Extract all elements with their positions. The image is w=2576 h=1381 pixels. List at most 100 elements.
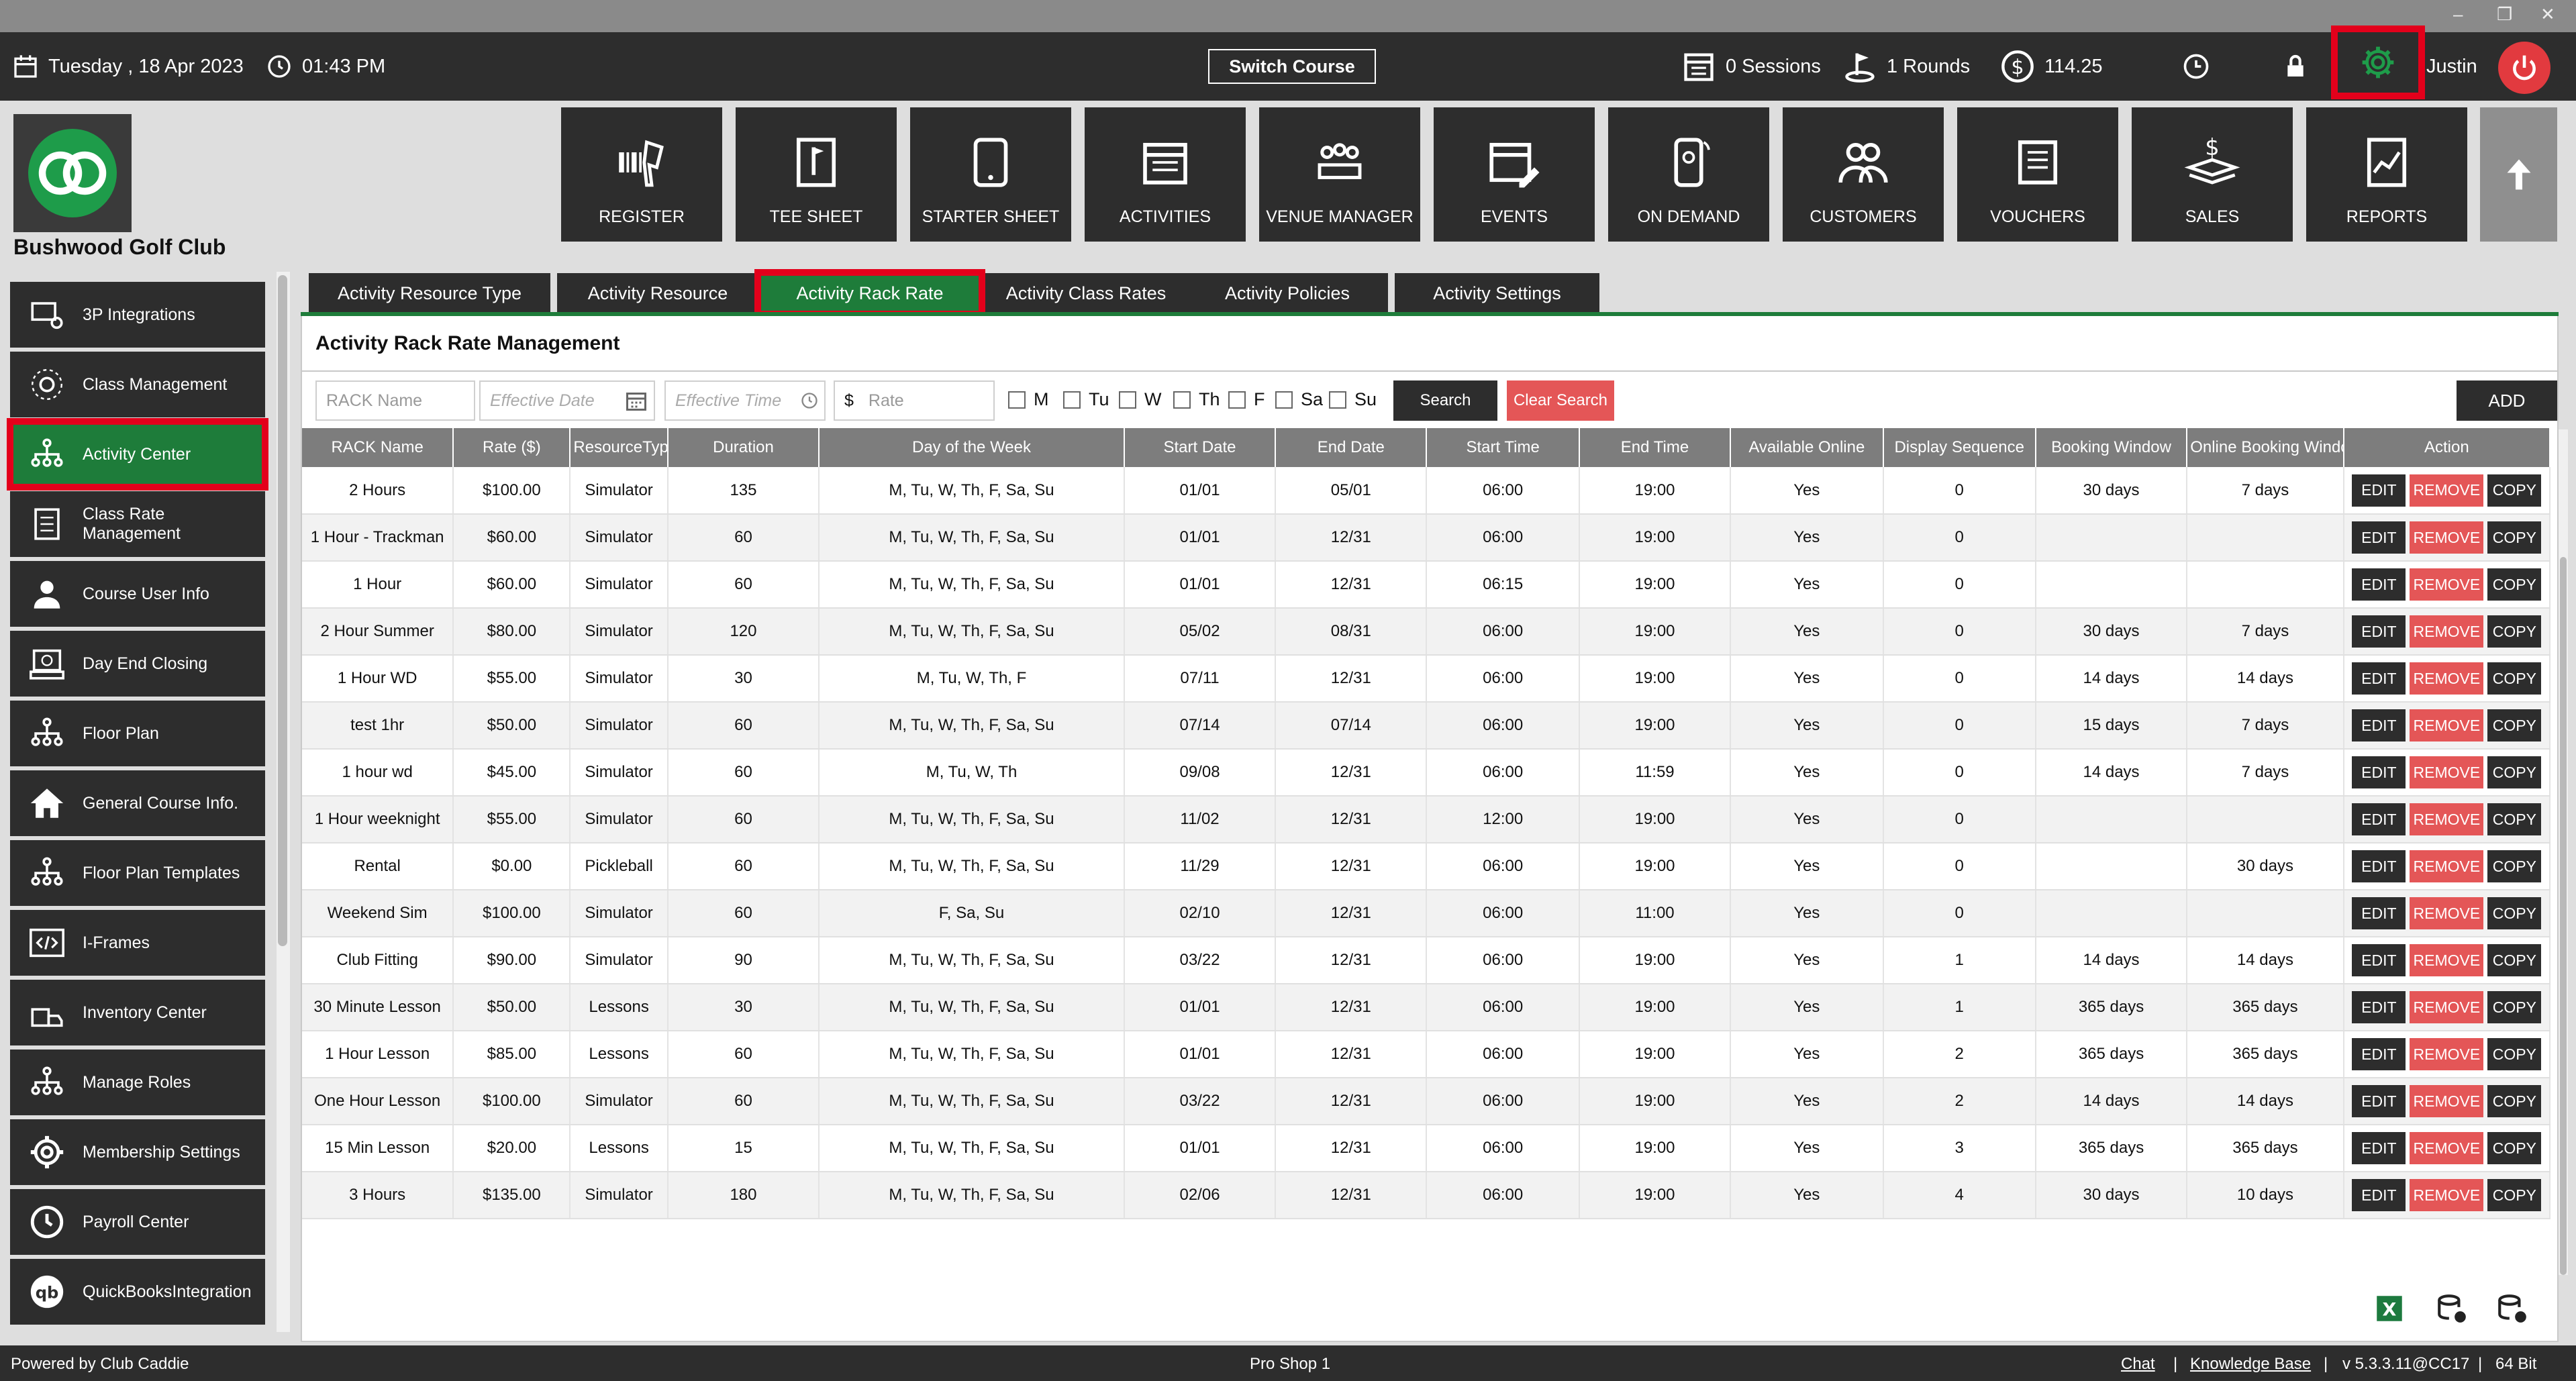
day-checkbox-sa[interactable]: Sa xyxy=(1275,389,1323,410)
remove-button[interactable]: REMOVE xyxy=(2410,615,2484,648)
checkbox-box[interactable] xyxy=(1119,391,1136,409)
settings-button[interactable] xyxy=(2331,25,2425,99)
edit-button[interactable]: EDIT xyxy=(2352,521,2406,554)
copy-button[interactable]: COPY xyxy=(2487,944,2542,976)
database-add-icon[interactable] xyxy=(2435,1292,2469,1329)
edit-button[interactable]: EDIT xyxy=(2352,991,2406,1023)
edit-button[interactable]: EDIT xyxy=(2352,944,2406,976)
edit-button[interactable]: EDIT xyxy=(2352,709,2406,741)
edit-button[interactable]: EDIT xyxy=(2352,1179,2406,1211)
column-header[interactable]: Available Online xyxy=(1730,428,1884,467)
remove-button[interactable]: REMOVE xyxy=(2410,1085,2484,1117)
sidebar-item-floor-plan-templates[interactable]: Floor Plan Templates xyxy=(10,840,265,906)
day-checkbox-m[interactable]: M xyxy=(1008,389,1049,410)
tab-activity-resource[interactable]: Activity Resource xyxy=(557,273,758,313)
close-icon[interactable]: ✕ xyxy=(2540,4,2555,25)
edit-button[interactable]: EDIT xyxy=(2352,615,2406,648)
nav-on-demand[interactable]: ON DEMAND xyxy=(1608,107,1769,242)
tab-activity-settings[interactable]: Activity Settings xyxy=(1395,273,1599,313)
copy-button[interactable]: COPY xyxy=(2487,1085,2542,1117)
sidebar-scrollbar-thumb[interactable] xyxy=(278,275,287,946)
sidebar-item-membership-settings[interactable]: Membership Settings xyxy=(10,1119,265,1185)
copy-button[interactable]: COPY xyxy=(2487,1132,2542,1164)
copy-button[interactable]: COPY xyxy=(2487,850,2542,882)
column-header[interactable]: ResourceType xyxy=(570,428,668,467)
copy-button[interactable]: COPY xyxy=(2487,1038,2542,1070)
day-checkbox-su[interactable]: Su xyxy=(1329,389,1377,410)
remove-button[interactable]: REMOVE xyxy=(2410,568,2484,601)
chat-link[interactable]: Chat xyxy=(2121,1355,2155,1374)
column-header[interactable]: Display Sequence xyxy=(1883,428,2036,467)
sidebar-item-3p-integrations[interactable]: 3P Integrations xyxy=(10,282,265,348)
edit-button[interactable]: EDIT xyxy=(2352,1132,2406,1164)
balance-display[interactable]: $ 114.25 xyxy=(2000,32,2103,101)
sidebar-item-class-rate-management[interactable]: Class Rate Management xyxy=(10,491,265,557)
copy-button[interactable]: COPY xyxy=(2487,615,2542,648)
day-checkbox-th[interactable]: Th xyxy=(1173,389,1220,410)
knowledge-base-link[interactable]: Knowledge Base xyxy=(2190,1355,2311,1374)
copy-button[interactable]: COPY xyxy=(2487,709,2542,741)
remove-button[interactable]: REMOVE xyxy=(2410,991,2484,1023)
remove-button[interactable]: REMOVE xyxy=(2410,1132,2484,1164)
column-header[interactable]: Start Time xyxy=(1426,428,1580,467)
sidebar-item-inventory-center[interactable]: Inventory Center xyxy=(10,980,265,1045)
add-button[interactable]: ADD xyxy=(2457,380,2557,421)
sidebar-item-day-end-closing[interactable]: Day End Closing xyxy=(10,631,265,697)
copy-button[interactable]: COPY xyxy=(2487,897,2542,929)
copy-button[interactable]: COPY xyxy=(2487,803,2542,835)
checkbox-box[interactable] xyxy=(1173,391,1191,409)
edit-button[interactable]: EDIT xyxy=(2352,474,2406,507)
nav-events[interactable]: EVENTS xyxy=(1434,107,1595,242)
day-checkbox-w[interactable]: W xyxy=(1119,389,1161,410)
edit-button[interactable]: EDIT xyxy=(2352,662,2406,695)
column-header[interactable]: Rate ($) xyxy=(453,428,571,467)
sidebar-item-activity-center[interactable]: Activity Center xyxy=(7,418,268,491)
checkbox-box[interactable] xyxy=(1008,391,1026,409)
remove-button[interactable]: REMOVE xyxy=(2410,944,2484,976)
sessions-display[interactable]: 0 Sessions xyxy=(1681,32,1821,101)
edit-button[interactable]: EDIT xyxy=(2352,568,2406,601)
column-header[interactable]: Start Date xyxy=(1124,428,1277,467)
rate-input[interactable]: $ Rate xyxy=(834,380,995,421)
remove-button[interactable]: REMOVE xyxy=(2410,474,2484,507)
column-header[interactable]: Duration xyxy=(667,428,820,467)
edit-button[interactable]: EDIT xyxy=(2352,1085,2406,1117)
effective-date-input[interactable]: Effective Date xyxy=(479,380,655,421)
sidebar-item-payroll-center[interactable]: Payroll Center xyxy=(10,1189,265,1255)
edit-button[interactable]: EDIT xyxy=(2352,897,2406,929)
edit-button[interactable]: EDIT xyxy=(2352,803,2406,835)
nav-starter-sheet[interactable]: STARTER SHEET xyxy=(910,107,1071,242)
lock-icon[interactable] xyxy=(2282,32,2318,101)
user-name[interactable]: Justin xyxy=(2426,32,2477,101)
column-header[interactable]: End Date xyxy=(1275,428,1428,467)
collapse-up-button[interactable] xyxy=(2480,107,2557,242)
column-header[interactable]: Action xyxy=(2343,428,2551,467)
history-icon[interactable] xyxy=(2181,32,2220,101)
copy-button[interactable]: COPY xyxy=(2487,1179,2542,1211)
copy-button[interactable]: COPY xyxy=(2487,568,2542,601)
day-checkbox-tu[interactable]: Tu xyxy=(1063,389,1109,410)
excel-export-icon[interactable]: X xyxy=(2373,1292,2406,1329)
column-header[interactable]: Day of the Week xyxy=(819,428,1125,467)
clear-search-button[interactable]: Clear Search xyxy=(1507,380,1614,421)
tab-activity-policies[interactable]: Activity Policies xyxy=(1187,273,1388,313)
copy-button[interactable]: COPY xyxy=(2487,474,2542,507)
column-header[interactable]: End Time xyxy=(1579,428,1732,467)
sidebar-item-course-user-info[interactable]: Course User Info xyxy=(10,561,265,627)
edit-button[interactable]: EDIT xyxy=(2352,850,2406,882)
sidebar-item-class-management[interactable]: Class Management xyxy=(10,352,265,417)
copy-button[interactable]: COPY xyxy=(2487,756,2542,788)
nav-register[interactable]: REGISTER xyxy=(561,107,722,242)
tab-activity-resource-type[interactable]: Activity Resource Type xyxy=(309,273,550,313)
switch-course-button[interactable]: Switch Course xyxy=(1208,49,1376,84)
checkbox-box[interactable] xyxy=(1063,391,1081,409)
column-header[interactable]: RACK Name xyxy=(302,428,454,467)
checkbox-box[interactable] xyxy=(1275,391,1293,409)
checkbox-box[interactable] xyxy=(1228,391,1246,409)
nav-venue-manager[interactable]: VENUE MANAGER xyxy=(1259,107,1420,242)
remove-button[interactable]: REMOVE xyxy=(2410,1038,2484,1070)
sidebar-item-manage-roles[interactable]: Manage Roles xyxy=(10,1050,265,1115)
sidebar-item-general-course-info[interactable]: General Course Info. xyxy=(10,770,265,836)
nav-tee-sheet[interactable]: TEE SHEET xyxy=(736,107,897,242)
remove-button[interactable]: REMOVE xyxy=(2410,1179,2484,1211)
